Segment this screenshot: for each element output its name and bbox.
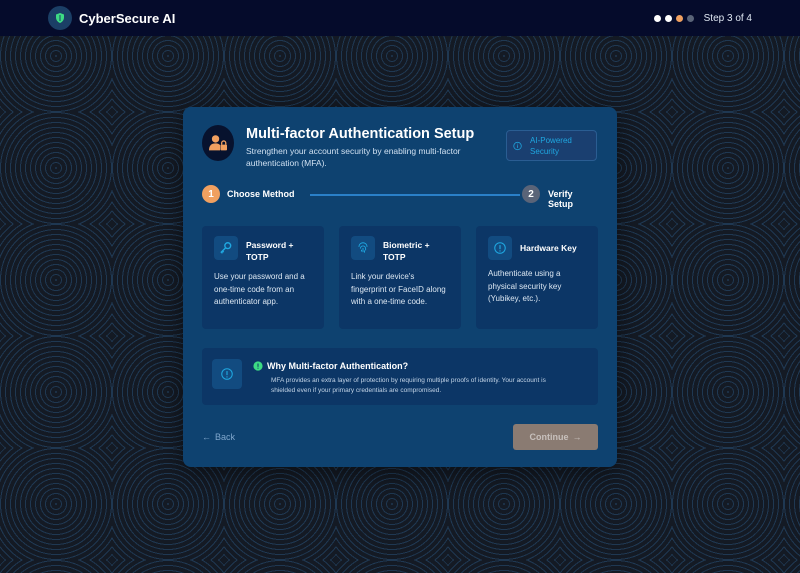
key-icon bbox=[214, 236, 238, 260]
arrow-right-icon: → bbox=[572, 432, 582, 442]
method-card-biometric-totp[interactable]: Biometric + TOTP Link your device's fing… bbox=[339, 226, 461, 329]
continue-label: Continue bbox=[529, 432, 569, 442]
step-dot bbox=[686, 14, 694, 22]
page-title: Multi-factor Authentication Setup bbox=[246, 126, 475, 142]
method-description: Link your device's fingerprint or FaceID… bbox=[351, 272, 446, 306]
method-description: Use your password and a one-time code fr… bbox=[214, 272, 305, 306]
user-lock-icon bbox=[202, 125, 234, 161]
setup-progress: 1 Choose Method 2 Verify Setup bbox=[202, 185, 598, 209]
brand-name: CyberSecure AI bbox=[79, 10, 176, 26]
badge-label: AI-Powered Security bbox=[530, 135, 572, 156]
step-label-verify-setup: Verify Setup bbox=[548, 189, 574, 209]
fingerprint-icon bbox=[351, 236, 375, 260]
method-title: Password + TOTP bbox=[246, 240, 294, 262]
step-dot bbox=[664, 14, 672, 22]
shield-icon bbox=[56, 13, 64, 23]
page-subtitle: Strengthen your account security by enab… bbox=[246, 146, 461, 168]
ai-powered-badge: AI-Powered Security bbox=[506, 130, 597, 161]
step-progress: Step 3 of 4 bbox=[650, 13, 752, 24]
step-number-1: 1 bbox=[202, 185, 220, 203]
step-dot bbox=[653, 14, 661, 22]
back-button[interactable]: ← Back bbox=[202, 432, 235, 442]
continue-button[interactable]: Continue → bbox=[513, 424, 598, 450]
logo bbox=[48, 6, 72, 30]
step-number-2: 2 bbox=[522, 185, 540, 203]
method-description: Authenticate using a physical security k… bbox=[488, 269, 562, 303]
method-card-hardware-key[interactable]: Hardware Key Authenticate using a physic… bbox=[476, 226, 598, 329]
mfa-setup-card: Multi-factor Authentication Setup Streng… bbox=[183, 107, 617, 467]
info-circle-icon bbox=[488, 236, 512, 260]
info-title: Why Multi-factor Authentication? bbox=[267, 361, 409, 371]
info-circle-icon bbox=[513, 141, 522, 150]
method-title: Hardware Key bbox=[520, 243, 577, 253]
info-text: MFA provides an extra layer of protectio… bbox=[271, 377, 546, 394]
back-label: Back bbox=[215, 432, 236, 442]
step-dot-current bbox=[675, 14, 683, 22]
step-indicator: Step 3 of 4 bbox=[703, 12, 752, 24]
progress-line bbox=[310, 194, 520, 196]
info-circle-icon bbox=[212, 359, 242, 389]
method-title: Biometric + TOTP bbox=[383, 240, 430, 262]
info-badge-icon bbox=[253, 361, 263, 371]
step-label-choose-method: Choose Method bbox=[227, 189, 295, 199]
arrow-left-icon: ← bbox=[202, 432, 211, 442]
top-bar: CyberSecure AI Step 3 of 4 bbox=[0, 0, 800, 36]
method-card-password-totp[interactable]: Password + TOTP Use your password and a … bbox=[202, 226, 324, 329]
mfa-info-panel: Why Multi-factor Authentication? MFA pro… bbox=[202, 348, 598, 405]
